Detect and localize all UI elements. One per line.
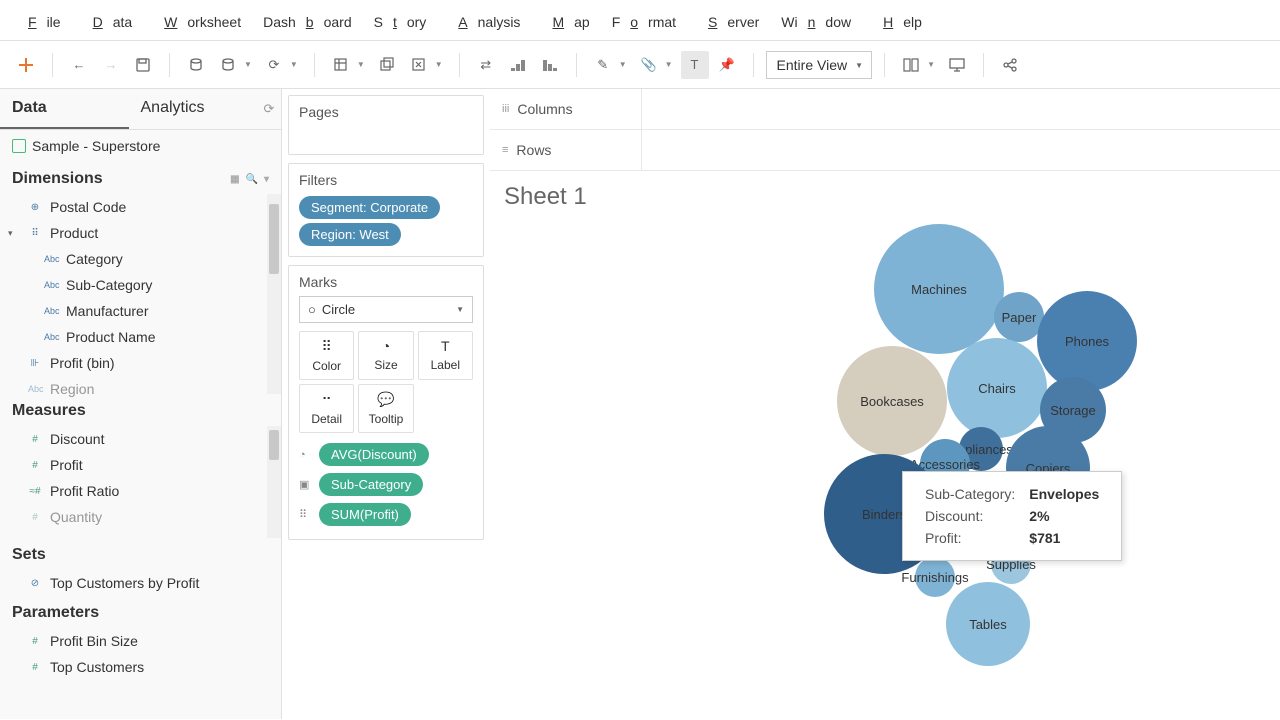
sort-desc-icon[interactable] <box>536 51 564 79</box>
pin-icon[interactable]: 📌 <box>713 51 741 79</box>
swap-icon[interactable]: ⇄ <box>472 51 500 79</box>
columns-shelf[interactable] <box>642 89 1280 129</box>
bubble-tables[interactable]: Tables <box>946 582 1030 666</box>
filter-pill-region[interactable]: Region: West <box>299 223 401 246</box>
show-labels-icon[interactable]: T <box>681 51 709 79</box>
sets-header: Sets <box>0 538 281 570</box>
dim-product-name[interactable]: AbcProduct Name <box>0 324 281 350</box>
columns-shelf-label: iiiColumns <box>490 89 642 129</box>
share-icon[interactable] <box>996 51 1024 79</box>
color-shelf-icon: ⠿ <box>299 508 313 521</box>
dim-category[interactable]: AbcCategory <box>0 246 281 272</box>
dimensions-header: Dimensions ▦🔍▾ <box>0 162 281 194</box>
group-icon[interactable]: 📎 <box>635 51 663 79</box>
param-top-customers[interactable]: #Top Customers <box>0 654 281 680</box>
datasource-icon <box>12 139 26 153</box>
dim-sub-category[interactable]: AbcSub-Category <box>0 272 281 298</box>
mark-tooltip-button[interactable]: 💬Tooltip <box>358 384 413 433</box>
bubble-phones[interactable]: Phones <box>1037 291 1137 391</box>
fit-select[interactable]: Entire View <box>766 51 873 79</box>
search-icon[interactable]: 🔍 <box>246 174 258 185</box>
param-profit-bin-size[interactable]: #Profit Bin Size <box>0 628 281 654</box>
new-datasource-icon[interactable] <box>182 51 210 79</box>
parameters-header: Parameters <box>0 596 281 628</box>
bubble-bookcases[interactable]: Bookcases <box>837 346 947 456</box>
mark-detail-button[interactable]: ⠒Detail <box>299 384 354 433</box>
show-cards-icon[interactable] <box>897 51 925 79</box>
toolbar: ← → ▼ ⟳ ▼ ▼ ▼ ⇄ ✎ ▼ 📎 ▼ T 📌 Entire View … <box>0 41 1280 89</box>
datasource-name: Sample - Superstore <box>32 138 160 154</box>
shelf-pill-sum-profit[interactable]: SUM(Profit) <box>319 503 411 526</box>
menu-help[interactable]: Help <box>863 10 932 34</box>
refresh-icon[interactable]: ⟳ <box>260 51 288 79</box>
sheet-title[interactable]: Sheet 1 <box>504 183 1266 211</box>
filters-card[interactable]: Filters Segment: Corporate Region: West <box>288 163 484 257</box>
menu-format[interactable]: Format <box>602 10 686 34</box>
dim-region[interactable]: AbcRegion <box>0 376 281 402</box>
measure-quantity[interactable]: #Quantity <box>0 504 281 530</box>
save-icon[interactable] <box>129 51 157 79</box>
mark-label-button[interactable]: TLabel <box>418 331 473 380</box>
label-shelf-icon: ▣ <box>299 478 313 491</box>
menu-data[interactable]: Data <box>73 10 143 34</box>
pages-card[interactable]: Pages <box>288 95 484 155</box>
size-shelf-icon: ◔ <box>299 449 313 461</box>
rows-shelf[interactable] <box>642 130 1280 170</box>
clear-icon[interactable] <box>405 51 433 79</box>
measure-discount[interactable]: #Discount <box>0 426 281 452</box>
marks-card: Marks ○Circle ⠿Color ◔Size TLabel ⠒Detai… <box>288 265 484 540</box>
new-worksheet-icon[interactable] <box>327 51 355 79</box>
set-top-customers[interactable]: ⊘Top Customers by Profit <box>0 570 281 596</box>
mark-size-button[interactable]: ◔Size <box>358 331 413 380</box>
bubble-chart[interactable]: MachinesPaperPhonesBookcasesChairsStorag… <box>634 219 1194 659</box>
measures-scrollbar[interactable] <box>267 426 281 538</box>
tab-data[interactable]: Data <box>0 89 129 129</box>
dimensions-scrollbar[interactable] <box>267 194 281 394</box>
bubble-furnishings[interactable]: Furnishings <box>915 557 955 597</box>
menu-bar: File Data Worksheet Dashboard Story Anal… <box>0 4 1280 41</box>
menu-file[interactable]: File <box>8 10 71 34</box>
highlight-icon[interactable]: ✎ <box>589 51 617 79</box>
menu-worksheet[interactable]: Worksheet <box>144 10 251 34</box>
menu-server[interactable]: Server <box>688 10 769 34</box>
dim-profit-bin[interactable]: ⊪Profit (bin) <box>0 350 281 376</box>
dim-postal-code[interactable]: ⊕Postal Code <box>0 194 281 220</box>
bubble-chairs[interactable]: Chairs <box>947 338 1047 438</box>
measure-profit[interactable]: #Profit <box>0 452 281 478</box>
mark-color-button[interactable]: ⠿Color <box>299 331 354 380</box>
dim-manufacturer[interactable]: AbcManufacturer <box>0 298 281 324</box>
menu-map[interactable]: Map <box>532 10 599 34</box>
duplicate-icon[interactable] <box>373 51 401 79</box>
menu-analysis[interactable]: Analysis <box>438 10 530 34</box>
dim-product[interactable]: ▾⠿Product <box>0 220 281 246</box>
tab-analytics[interactable]: Analytics <box>129 89 258 129</box>
data-panel: Data Analytics ⟳ Sample - Superstore Dim… <box>0 89 282 719</box>
menu-dashboard[interactable]: Dashboard <box>253 10 362 34</box>
mark-type-select[interactable]: ○Circle <box>299 296 473 323</box>
shelf-pill-sub-category[interactable]: Sub-Category <box>319 473 423 496</box>
measure-profit-ratio[interactable]: ≈#Profit Ratio <box>0 478 281 504</box>
presentation-icon[interactable] <box>943 51 971 79</box>
menu-story[interactable]: Story <box>364 10 437 34</box>
tableau-logo-icon[interactable] <box>12 51 40 79</box>
forward-icon[interactable]: → <box>97 51 125 79</box>
tooltip: Sub-Category:Envelopes Discount:2% Profi… <box>902 471 1122 561</box>
shelf-pill-avg-discount[interactable]: AVG(Discount) <box>319 443 429 466</box>
cards-column: Pages Filters Segment: Corporate Region:… <box>282 89 490 719</box>
back-icon[interactable]: ← <box>65 51 93 79</box>
datasource-item[interactable]: Sample - Superstore <box>0 130 281 162</box>
filter-pill-segment[interactable]: Segment: Corporate <box>299 196 440 219</box>
view-grid-icon[interactable]: ▦ <box>230 174 239 185</box>
panel-refresh-icon[interactable]: ⟳ <box>257 89 281 129</box>
bubble-machines[interactable]: Machines <box>874 224 1004 354</box>
pause-data-icon[interactable] <box>214 51 242 79</box>
menu-window[interactable]: Window <box>771 10 861 34</box>
sort-asc-icon[interactable] <box>504 51 532 79</box>
canvas-area: iiiColumns ≡Rows Sheet 1 MachinesPaperPh… <box>490 89 1280 719</box>
rows-shelf-label: ≡Rows <box>490 130 642 170</box>
